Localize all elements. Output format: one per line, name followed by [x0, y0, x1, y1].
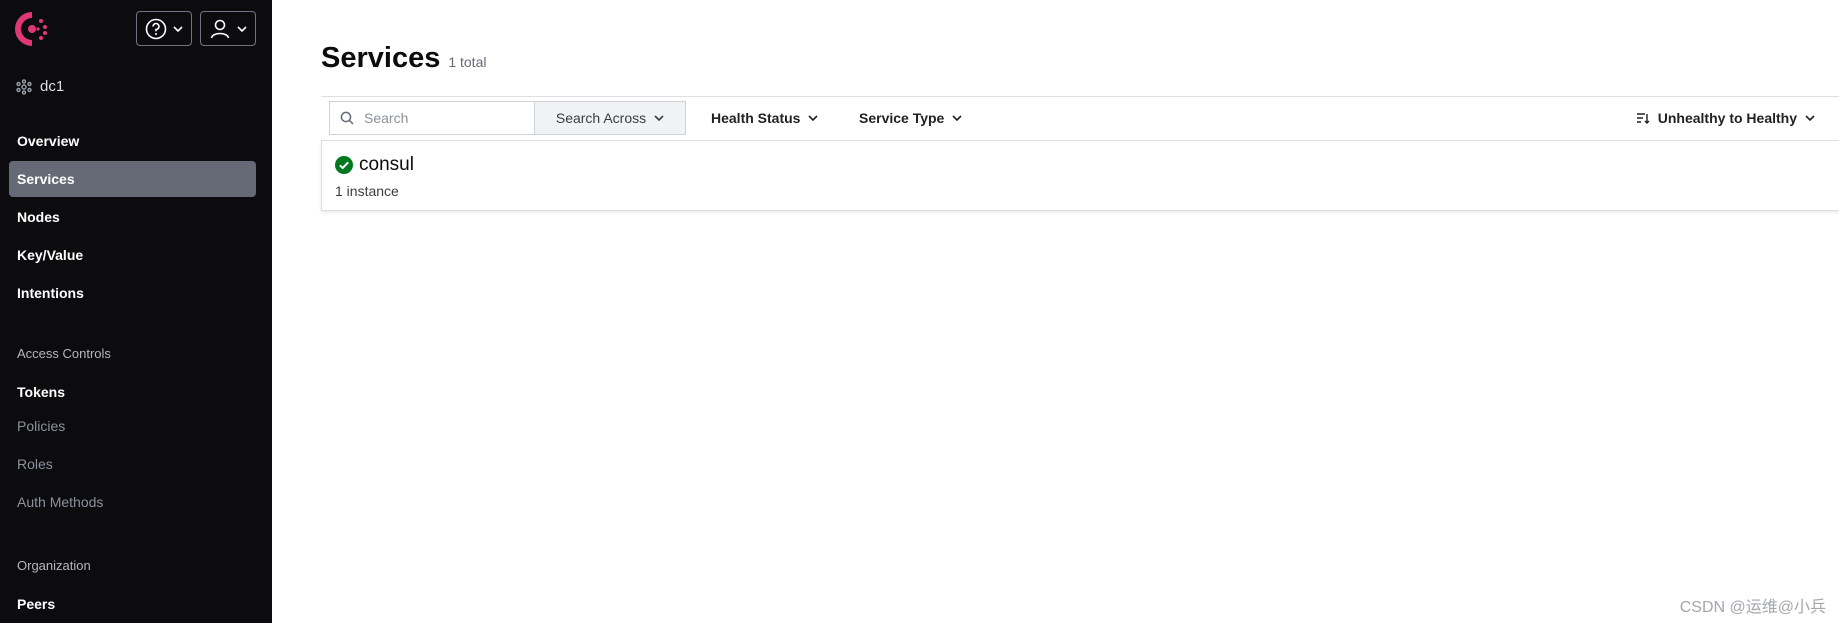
- service-instance-count: 1 instance: [335, 183, 399, 199]
- user-icon: [210, 19, 230, 38]
- nav-key-value[interactable]: Key/Value: [9, 237, 256, 273]
- search-across-dropdown[interactable]: Search Across: [534, 101, 686, 135]
- sort-label: Unhealthy to Healthy: [1657, 110, 1797, 126]
- sort-dropdown[interactable]: Unhealthy to Healthy: [1636, 101, 1815, 135]
- datacenter-icon: [16, 78, 32, 95]
- service-type-label: Service Type: [859, 110, 945, 126]
- page-title: Services: [321, 42, 441, 74]
- sort-icon: [1636, 113, 1650, 124]
- sidebar: dc1 Overview Services Nodes Key/Value In…: [0, 0, 272, 623]
- health-status-label: Health Status: [711, 110, 801, 126]
- check-circle-icon: [335, 156, 353, 174]
- datacenter-selector[interactable]: dc1: [16, 78, 64, 95]
- consul-logo-icon[interactable]: [14, 11, 50, 47]
- nav-peers[interactable]: Peers: [9, 587, 256, 621]
- chevron-down-icon: [173, 25, 183, 32]
- datacenter-name: dc1: [40, 78, 65, 95]
- search-across-label: Search Across: [555, 110, 647, 126]
- search-input[interactable]: [364, 110, 524, 126]
- watermark: CSDN @运维@小兵: [1679, 599, 1826, 616]
- nav-services[interactable]: Services: [9, 161, 256, 197]
- nav-nodes[interactable]: Nodes: [9, 199, 256, 235]
- search-box[interactable]: [329, 101, 534, 135]
- chevron-down-icon: [952, 115, 962, 122]
- chevron-down-icon: [1805, 115, 1815, 122]
- services-total: 1 total: [448, 54, 487, 70]
- health-status-filter[interactable]: Health Status: [711, 101, 819, 135]
- nav-overview[interactable]: Overview: [9, 123, 256, 159]
- main-content: Services 1 total Search Across Health St…: [272, 0, 1839, 623]
- chevron-down-icon: [237, 25, 247, 32]
- service-type-filter[interactable]: Service Type: [859, 101, 962, 135]
- chevron-down-icon: [654, 115, 664, 122]
- service-name[interactable]: consul: [359, 154, 414, 176]
- service-row[interactable]: consul 1 instance: [321, 140, 1839, 211]
- section-access-controls: Access Controls: [17, 346, 111, 361]
- nav-roles[interactable]: Roles: [9, 447, 256, 481]
- page-header: Services 1 total: [321, 42, 486, 75]
- nav-intentions[interactable]: Intentions: [9, 275, 256, 311]
- service-row-header: consul: [335, 154, 414, 176]
- section-organization: Organization: [17, 558, 91, 573]
- header-divider: [321, 96, 1839, 97]
- nav-auth-methods[interactable]: Auth Methods: [9, 485, 256, 519]
- chevron-down-icon: [808, 115, 819, 122]
- nav-policies[interactable]: Policies: [9, 409, 256, 443]
- search-icon: [340, 111, 354, 125]
- nav-tokens[interactable]: Tokens: [9, 375, 256, 409]
- question-circle-icon: [145, 18, 167, 39]
- user-menu-button[interactable]: [200, 11, 256, 46]
- help-menu-button[interactable]: [136, 11, 192, 46]
